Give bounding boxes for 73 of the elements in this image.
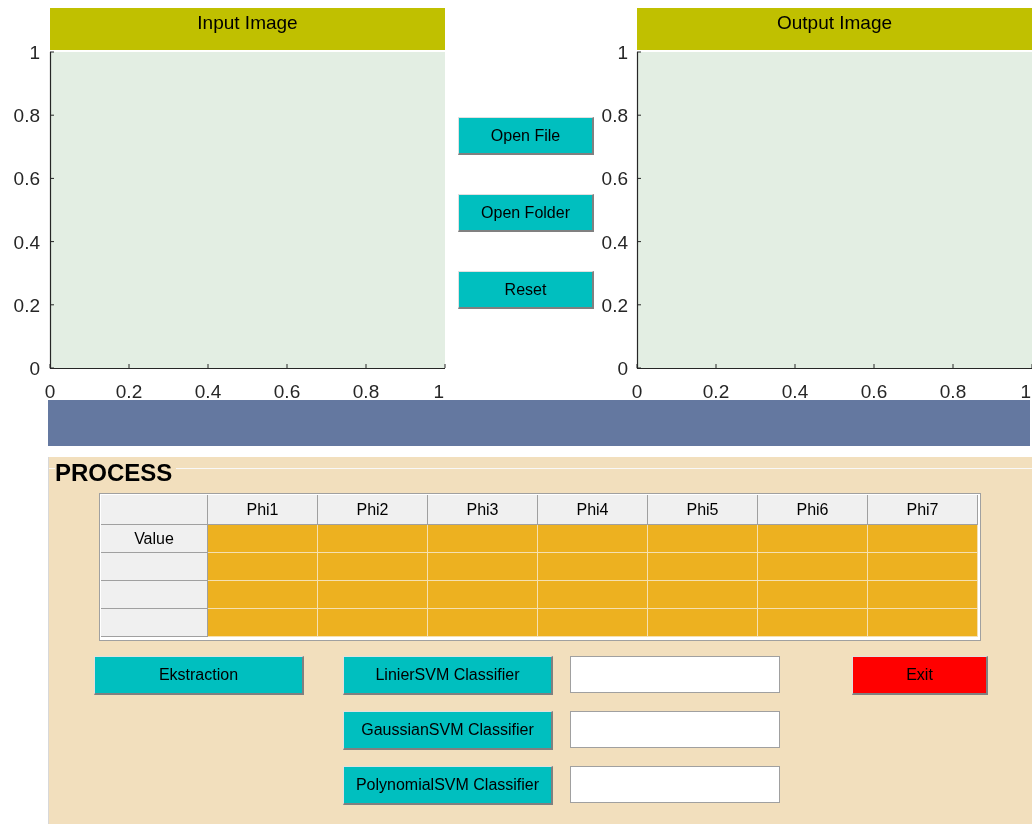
tick-label: 0.4 xyxy=(13,231,40,253)
table-cell[interactable] xyxy=(868,525,978,553)
tick-label: 0.2 xyxy=(601,294,628,316)
table-cell[interactable] xyxy=(208,525,318,553)
table-cell[interactable] xyxy=(318,553,428,581)
table-cell[interactable] xyxy=(318,609,428,637)
table-cell[interactable] xyxy=(538,609,648,637)
tick-label: 0.8 xyxy=(13,105,40,127)
table-cell[interactable] xyxy=(318,525,428,553)
tick-label: 0 xyxy=(44,381,56,402)
tick-label: 1 xyxy=(1020,381,1031,402)
file-button[interactable]: Open Folder xyxy=(458,194,594,232)
table-cell[interactable] xyxy=(538,553,648,581)
plot-title: Output Image xyxy=(637,8,1032,50)
table-cell[interactable] xyxy=(428,609,538,637)
table-cell[interactable] xyxy=(208,581,318,609)
tick-label: 0.4 xyxy=(194,381,222,402)
tick-label: 0 xyxy=(631,381,643,402)
tick-label: 0.6 xyxy=(601,168,628,190)
classifier-button[interactable]: LinierSVM Classifier xyxy=(343,656,553,695)
table-cell[interactable] xyxy=(648,581,758,609)
result-field[interactable] xyxy=(570,766,780,803)
table-cell[interactable] xyxy=(648,553,758,581)
tick-label: 0.6 xyxy=(273,381,301,402)
table-cell[interactable] xyxy=(648,609,758,637)
column-header: Phi4 xyxy=(538,495,648,525)
table-cell[interactable] xyxy=(758,581,868,609)
result-field[interactable] xyxy=(570,656,780,693)
table-cell[interactable] xyxy=(868,609,978,637)
table-cell[interactable] xyxy=(758,609,868,637)
plot-title: Input Image xyxy=(50,8,445,50)
column-header: Phi5 xyxy=(648,495,758,525)
column-header: Phi7 xyxy=(868,495,978,525)
column-header: Phi6 xyxy=(758,495,868,525)
table-cell[interactable] xyxy=(428,581,538,609)
table-cell[interactable] xyxy=(868,581,978,609)
tick-label: 1 xyxy=(617,42,628,63)
tick-label: 0.8 xyxy=(939,381,967,402)
tick-label: 0.8 xyxy=(352,381,380,402)
table-cell[interactable] xyxy=(208,609,318,637)
tick-label: 0.2 xyxy=(13,294,40,316)
tick-label: 0 xyxy=(617,358,628,379)
table-cell[interactable] xyxy=(208,553,318,581)
table-cell[interactable] xyxy=(868,553,978,581)
tick-label: 0.8 xyxy=(601,105,628,127)
table-cell[interactable] xyxy=(648,525,758,553)
tick-label: 0.4 xyxy=(601,231,628,253)
table-cell[interactable] xyxy=(758,553,868,581)
classifier-button[interactable]: GaussianSVM Classifier xyxy=(343,711,553,750)
column-header: Phi3 xyxy=(428,495,538,525)
extraction-button[interactable]: Ekstraction xyxy=(94,656,304,695)
table-cell[interactable] xyxy=(318,581,428,609)
exit-button[interactable]: Exit xyxy=(852,656,988,695)
column-header: Phi1 xyxy=(208,495,318,525)
table-cell[interactable] xyxy=(428,525,538,553)
tick-label: 0.2 xyxy=(115,381,143,402)
column-header: Phi2 xyxy=(318,495,428,525)
tick-label: 0.2 xyxy=(702,381,730,402)
table-cell[interactable] xyxy=(538,525,648,553)
classifier-button[interactable]: PolynomialSVM Classifier xyxy=(343,766,553,805)
tick-label: 0.6 xyxy=(13,168,40,190)
table-cell[interactable] xyxy=(538,581,648,609)
tick-label: 1 xyxy=(433,381,444,402)
tick-label: 0.6 xyxy=(860,381,888,402)
table-cell[interactable] xyxy=(758,525,868,553)
tick-label: 0 xyxy=(29,358,40,379)
row-header: Value xyxy=(101,525,208,553)
file-button[interactable]: Reset xyxy=(458,271,594,309)
file-button[interactable]: Open File xyxy=(458,117,594,155)
tick-label: 1 xyxy=(29,42,40,63)
table-cell[interactable] xyxy=(428,553,538,581)
result-field[interactable] xyxy=(570,711,780,748)
tick-label: 0.4 xyxy=(781,381,809,402)
